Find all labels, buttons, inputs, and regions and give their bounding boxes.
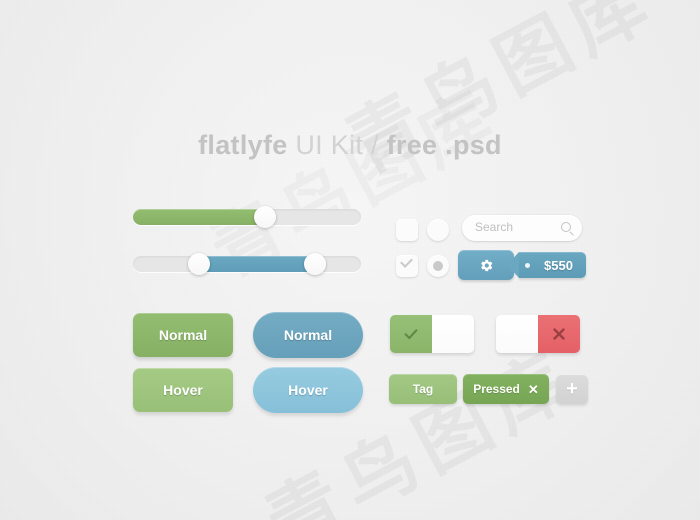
check-icon: [400, 255, 413, 268]
range-slider-handle-min[interactable]: [188, 253, 211, 275]
tag-normal[interactable]: Tag: [389, 374, 457, 404]
green-button-normal[interactable]: Normal: [133, 313, 233, 357]
tag-normal-label: Tag: [412, 382, 434, 396]
plus-icon: +: [566, 378, 578, 400]
search-icon: [561, 222, 571, 232]
accept-switch-on[interactable]: [390, 315, 432, 353]
range-slider-handle-max[interactable]: [304, 253, 327, 275]
check-icon: [404, 329, 418, 340]
range-slider-fill: [199, 256, 316, 272]
search-field[interactable]: Search: [462, 215, 582, 241]
ui-kit-canvas: 青鸟图库 青鸟图库 青鸟图库 flatlyfe UI Kit / free .p…: [0, 0, 700, 520]
title-brand: flatlyfe: [198, 130, 288, 160]
reject-switch[interactable]: [496, 315, 580, 353]
accept-switch-off[interactable]: [432, 315, 474, 353]
green-button-normal-label: Normal: [158, 327, 208, 343]
watermark-top: 青鸟图库: [332, 0, 670, 191]
checkbox-unchecked[interactable]: [396, 219, 418, 241]
checkbox-checked[interactable]: [396, 255, 418, 277]
blue-button-hover-label: Hover: [288, 382, 328, 398]
search-input[interactable]: Search: [475, 220, 513, 234]
close-icon[interactable]: ✕: [528, 383, 539, 396]
blue-button-normal[interactable]: Normal: [253, 312, 363, 358]
blue-button-normal-label: Normal: [283, 327, 333, 343]
tag-pressed[interactable]: Pressed ✕: [463, 374, 549, 404]
radio-checked[interactable]: [427, 255, 449, 277]
progress-slider-track[interactable]: [133, 206, 361, 228]
dot-icon: [433, 261, 443, 271]
title-middle: UI Kit /: [287, 130, 387, 160]
settings-button[interactable]: [458, 250, 514, 280]
price-tag[interactable]: $550: [507, 252, 586, 278]
reject-switch-off[interactable]: [496, 315, 538, 353]
gear-icon: [480, 259, 492, 271]
blue-button-hover[interactable]: Hover: [253, 367, 363, 413]
range-slider[interactable]: [133, 253, 361, 275]
progress-slider-handle[interactable]: [254, 206, 277, 228]
title-suffix: free .psd: [386, 130, 502, 160]
tag-pressed-label: Pressed: [473, 382, 520, 396]
reject-switch-on[interactable]: [538, 315, 580, 353]
accept-switch[interactable]: [390, 315, 474, 353]
price-tag-amount: $550: [544, 257, 573, 273]
progress-slider-fill: [133, 209, 266, 225]
cross-icon: [553, 328, 565, 340]
radio-unchecked[interactable]: [427, 219, 449, 241]
green-button-hover[interactable]: Hover: [133, 368, 233, 412]
progress-slider[interactable]: [133, 206, 361, 228]
range-slider-track[interactable]: [133, 253, 361, 275]
tag-hole-icon: [525, 262, 530, 268]
add-tag-button[interactable]: +: [556, 374, 588, 404]
green-button-hover-label: Hover: [163, 382, 203, 398]
page-title: flatlyfe UI Kit / free .psd: [0, 130, 700, 161]
